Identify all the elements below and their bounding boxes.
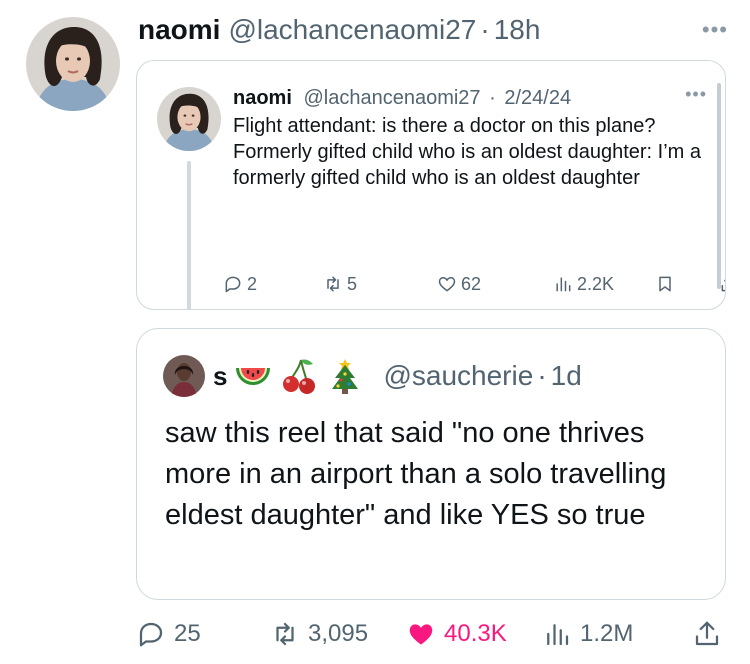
reply-icon xyxy=(225,276,241,293)
heart-filled-icon xyxy=(409,624,433,645)
reply-button[interactable]: 25 xyxy=(136,612,201,656)
views-button[interactable]: 1.2M xyxy=(542,612,633,656)
quoted-post-date[interactable]: 2/24/24 xyxy=(504,87,571,109)
quoted-like-button[interactable]: 62 xyxy=(437,269,481,299)
repost-button[interactable]: 3,095 xyxy=(270,612,368,656)
views-icon xyxy=(556,277,571,292)
quoted-views-count: 2.2K xyxy=(577,273,615,294)
author-handle[interactable]: @lachancenaomi27 xyxy=(228,12,476,48)
quoted-repost-count: 5 xyxy=(347,273,358,294)
thread-line xyxy=(187,161,191,309)
quoted-reply-count: 2 xyxy=(247,273,258,294)
views-icon xyxy=(547,624,569,646)
share-icon xyxy=(695,621,719,646)
quoted-post-text: Flight attendant: is there a doctor on t… xyxy=(233,113,703,191)
like-count: 40.3K xyxy=(444,620,507,647)
quoted-author-avatar[interactable] xyxy=(157,87,221,151)
quoted-post-2-text: saw this reel that said "no one thrives … xyxy=(165,417,667,531)
bookmark-icon xyxy=(659,276,671,292)
quoted-post-card[interactable]: naomi @lachancenaomi27 · 2/24/24 ••• Fli… xyxy=(136,60,726,310)
views-count: 1.2M xyxy=(580,620,634,647)
quoted-post-2-header: s @saucherie · 1d xyxy=(163,351,705,401)
quoted-author-2-name[interactable]: s xyxy=(213,361,227,392)
quoted-repost-button[interactable]: 5 xyxy=(323,269,357,299)
reply-count: 25 xyxy=(174,620,201,647)
separator-dot: · xyxy=(489,87,496,109)
share-button[interactable] xyxy=(692,612,722,656)
quoted-post-2-time[interactable]: 1d xyxy=(551,360,582,392)
cherries-emoji xyxy=(279,356,319,396)
scrollbar[interactable] xyxy=(717,83,721,289)
heart-icon xyxy=(438,277,456,292)
quoted-author-2-avatar[interactable] xyxy=(163,355,205,397)
repost-count: 3,095 xyxy=(308,620,369,647)
repost-icon xyxy=(327,276,339,292)
quoted-views-button[interactable]: 2.2K xyxy=(553,269,614,299)
watermelon-emoji xyxy=(233,356,273,396)
christmas-tree-emoji xyxy=(325,356,365,396)
quoted-reply-button[interactable]: 2 xyxy=(223,269,257,299)
quoted-action-bar: 2 5 62 2.2K xyxy=(223,269,725,299)
post-time[interactable]: 18h xyxy=(494,12,541,48)
tweet: naomi @lachancenaomi27 · 18h ••• naomi @… xyxy=(0,0,750,664)
action-bar: 25 3,095 40.3K 1.2M xyxy=(136,612,726,656)
author-name[interactable]: naomi xyxy=(138,12,220,48)
quoted-author-handle[interactable]: @lachancenaomi27 xyxy=(303,87,480,109)
like-button[interactable]: 40.3K xyxy=(406,612,507,656)
quoted-text-line: Formerly gifted child who is an oldest d… xyxy=(233,141,701,189)
repost-icon xyxy=(276,622,294,646)
quoted-bookmark-button[interactable] xyxy=(655,269,675,299)
reply-icon xyxy=(139,622,163,647)
separator-dot: · xyxy=(480,14,490,45)
quoted-more-options-icon[interactable]: ••• xyxy=(685,85,707,103)
quoted-like-count: 62 xyxy=(461,273,482,294)
quoted-post-header: naomi @lachancenaomi27 · 2/24/24 xyxy=(233,85,685,111)
quoted-text-line: Flight attendant: is there a doctor on t… xyxy=(233,115,656,137)
separator-dot: · xyxy=(537,360,547,391)
post-header: naomi @lachancenaomi27 · 18h xyxy=(138,12,710,48)
quoted-author-2-handle[interactable]: @saucherie xyxy=(383,360,533,392)
more-options-icon[interactable]: ••• xyxy=(702,19,728,41)
author-avatar[interactable] xyxy=(26,17,120,111)
quoted-author-name[interactable]: naomi xyxy=(233,87,292,109)
quoted-post-card-2[interactable]: s @saucherie · 1d saw this reel that sai… xyxy=(136,328,726,600)
